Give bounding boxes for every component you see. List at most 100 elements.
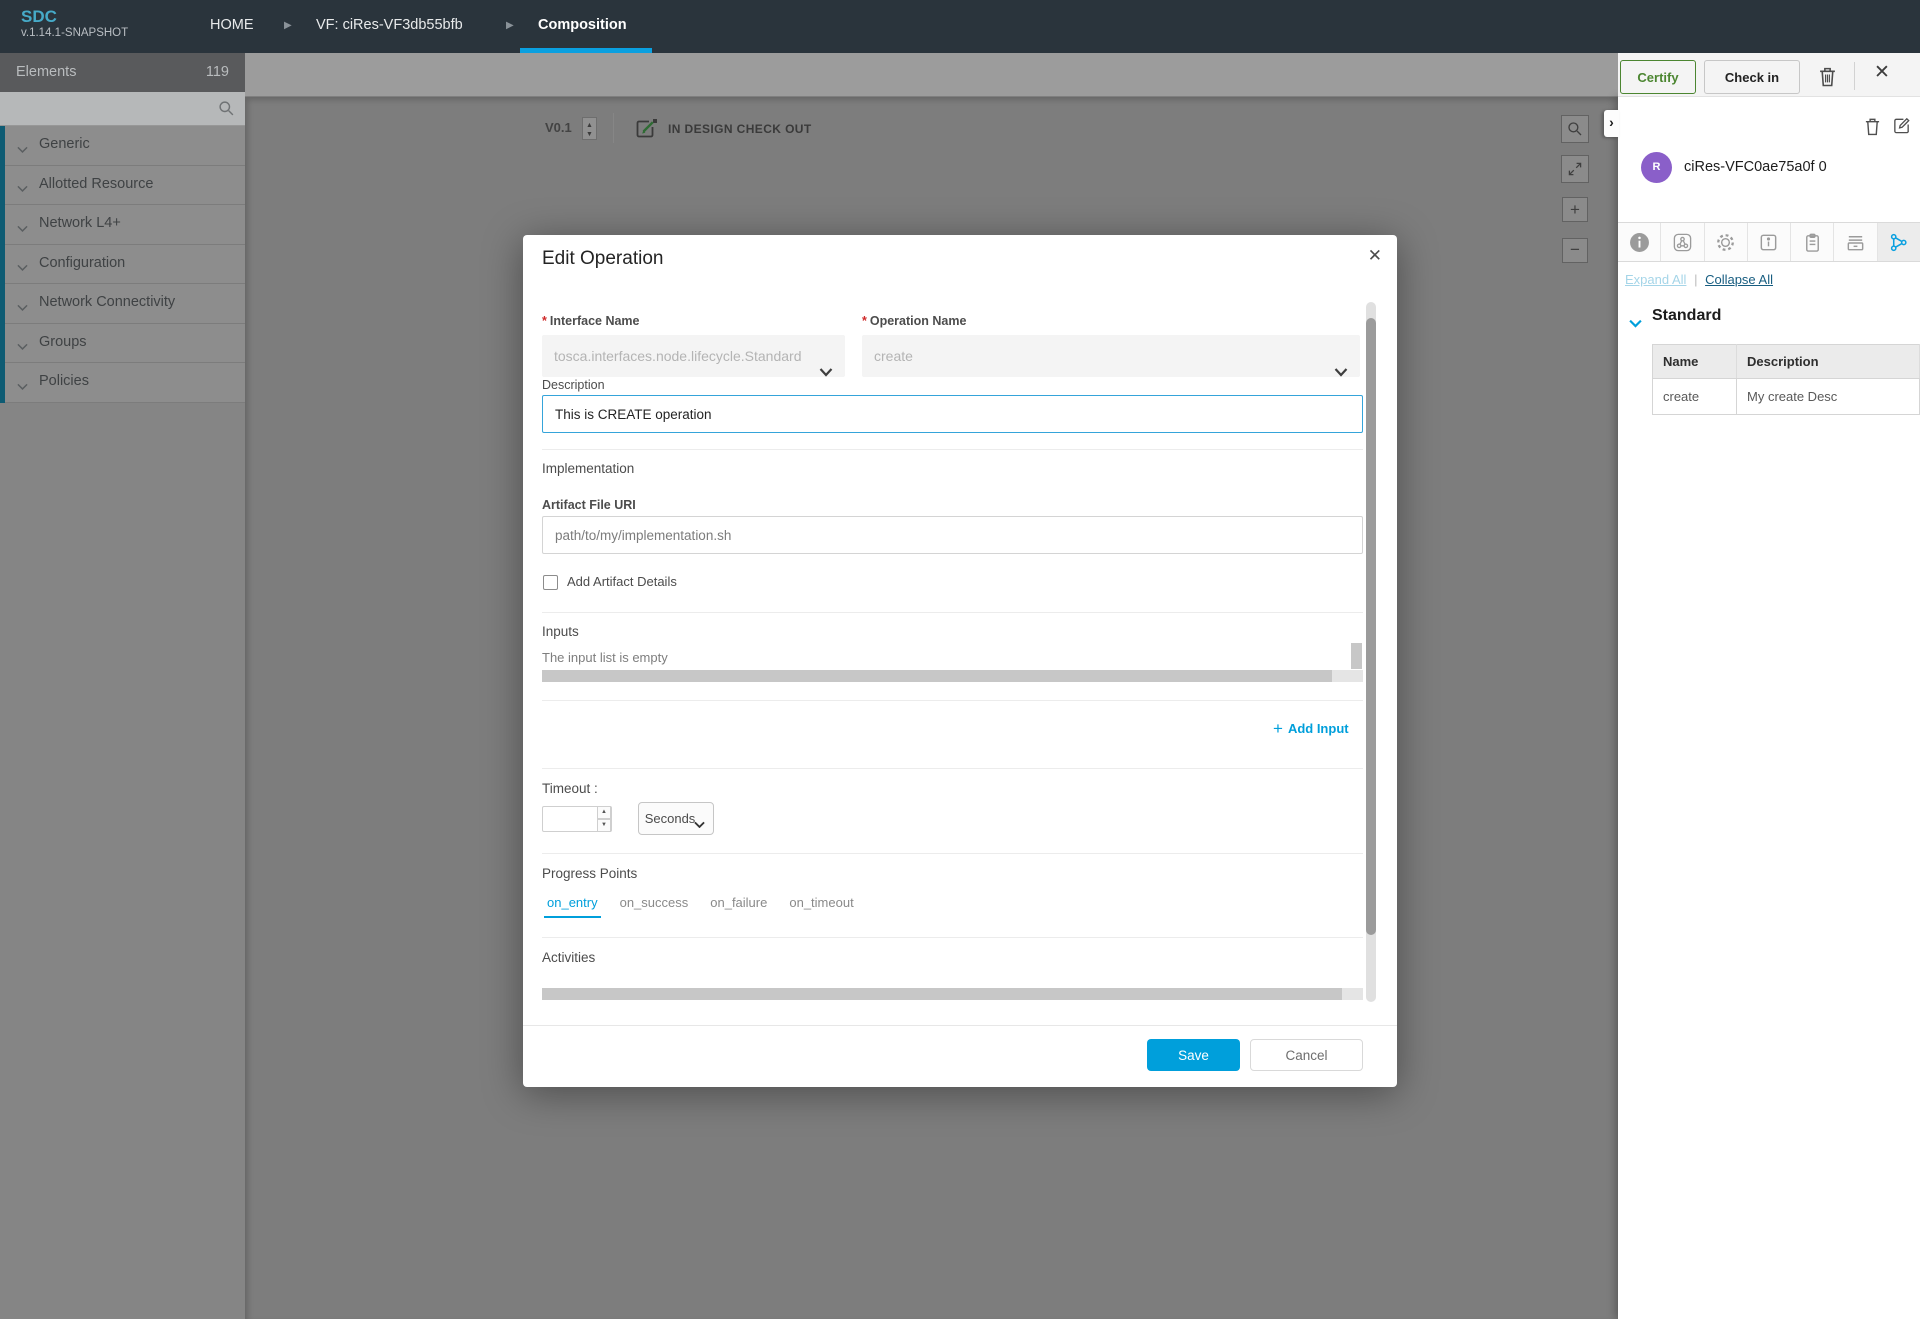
version-dropdown[interactable]: ▲▼ xyxy=(582,117,597,140)
toolbar-divider xyxy=(1854,62,1855,90)
palette-item-network-connectivity[interactable]: Network Connectivity xyxy=(5,284,245,324)
resource-avatar: R xyxy=(1641,152,1672,183)
divider xyxy=(542,449,1363,450)
chevron-down-icon xyxy=(1334,351,1348,361)
expand-collapse-links: Expand All | Collapse All xyxy=(1625,272,1773,287)
chevron-down-icon xyxy=(17,180,28,188)
add-input-link[interactable]: +Add Input xyxy=(1273,719,1349,739)
timeout-step-down-button[interactable]: ▼ xyxy=(597,819,611,832)
canvas-search-button[interactable] xyxy=(1561,115,1589,143)
tab-on-timeout[interactable]: on_timeout xyxy=(786,895,856,918)
modal-close-icon[interactable]: ✕ xyxy=(1368,246,1382,266)
tab-on-failure[interactable]: on_failure xyxy=(707,895,770,918)
version-label: V0.1 xyxy=(545,120,572,135)
toolbar-divider xyxy=(613,113,614,143)
divider xyxy=(542,700,1363,701)
timeout-label: Timeout : xyxy=(542,781,598,796)
operations-table: Name Description create My create Desc xyxy=(1652,344,1920,415)
activities-horizontal-scrollbar[interactable] xyxy=(542,988,1363,1000)
tab-deployment-artifacts[interactable] xyxy=(1791,223,1834,261)
save-button[interactable]: Save xyxy=(1147,1039,1240,1071)
tab-composition[interactable] xyxy=(1661,223,1704,261)
required-asterisk: * xyxy=(862,314,867,328)
trash-icon[interactable] xyxy=(1864,117,1881,136)
activities-section-title: Activities xyxy=(542,950,595,965)
description-label: Description xyxy=(542,378,605,392)
modal-scrollbar-thumb[interactable] xyxy=(1366,318,1376,935)
interface-name-select[interactable]: tosca.interfaces.node.lifecycle.Standard xyxy=(542,335,845,377)
breadcrumb-separator-icon: ▶ xyxy=(284,20,292,31)
breadcrumb-composition[interactable]: Composition xyxy=(538,17,627,33)
collapse-all-link[interactable]: Collapse All xyxy=(1705,272,1773,287)
timeout-unit-dropdown[interactable]: Seconds xyxy=(638,802,714,835)
canvas-zoom-out-button[interactable]: − xyxy=(1562,238,1588,263)
timeout-step-up-button[interactable]: ▲ xyxy=(597,806,611,819)
tab-information-artifacts[interactable] xyxy=(1748,223,1791,261)
table-header-name: Name xyxy=(1653,345,1737,379)
panel-tabbar xyxy=(1618,222,1920,262)
canvas-zoom-in-button[interactable]: + xyxy=(1562,197,1588,222)
divider xyxy=(542,937,1363,938)
operation-name-label: *Operation Name xyxy=(862,314,966,328)
tab-on-success[interactable]: on_success xyxy=(617,895,692,918)
chevron-down-icon xyxy=(819,351,833,361)
required-asterisk: * xyxy=(542,314,547,328)
tab-on-entry[interactable]: on_entry xyxy=(544,895,601,918)
app-version: v.1.14.1-SNAPSHOT xyxy=(21,27,128,39)
operation-name-cell[interactable]: create xyxy=(1653,379,1737,415)
search-icon xyxy=(218,100,235,117)
table-header-row: Name Description xyxy=(1653,345,1920,379)
edit-pencil-icon[interactable] xyxy=(1892,116,1911,135)
palette-item-allotted-resource[interactable]: Allotted Resource xyxy=(5,166,245,206)
app-logo: SDC xyxy=(21,7,57,27)
tab-api-artifacts[interactable] xyxy=(1834,223,1877,261)
cancel-button[interactable]: Cancel xyxy=(1250,1039,1363,1071)
description-input[interactable] xyxy=(542,395,1363,433)
delete-component-icon[interactable] xyxy=(1818,66,1837,87)
lifecycle-status-label: IN DESIGN CHECK OUT xyxy=(668,122,812,136)
plus-icon: + xyxy=(1273,719,1283,738)
palette-item-network-l4[interactable]: Network L4+ xyxy=(5,205,245,245)
divider xyxy=(542,853,1363,854)
table-row[interactable]: create My create Desc xyxy=(1653,379,1920,415)
chevron-down-icon xyxy=(17,298,28,306)
panel-collapse-button[interactable]: › xyxy=(1604,110,1619,137)
checkin-button[interactable]: Check in xyxy=(1704,60,1800,94)
canvas-fit-screen-button[interactable] xyxy=(1561,155,1589,183)
breadcrumb-vf[interactable]: VF: ciRes-VF3db55bfb xyxy=(316,17,463,33)
palette-item-groups[interactable]: Groups xyxy=(5,324,245,364)
tab-operations[interactable] xyxy=(1878,223,1920,261)
artifact-file-uri-input[interactable] xyxy=(542,516,1363,554)
certify-button[interactable]: Certify xyxy=(1620,60,1696,94)
add-artifact-details-checkbox[interactable] xyxy=(543,575,558,590)
add-artifact-details-label: Add Artifact Details xyxy=(567,574,677,589)
palette-item-generic[interactable]: Generic xyxy=(5,126,245,166)
tab-settings-gear[interactable] xyxy=(1705,223,1748,261)
chevron-down-icon xyxy=(694,816,705,824)
inputs-empty-message: The input list is empty xyxy=(542,650,668,665)
operation-name-select[interactable]: create xyxy=(862,335,1360,377)
tab-general-info[interactable] xyxy=(1618,223,1661,261)
operation-description-cell[interactable]: My create Desc xyxy=(1737,379,1920,415)
palette-item-policies[interactable]: Policies xyxy=(5,363,245,403)
workspace-toolbar: V0.1 ▲▼ IN DESIGN CHECK OUT xyxy=(245,53,1618,97)
close-workspace-icon[interactable]: ✕ xyxy=(1874,61,1890,84)
chevron-down-icon xyxy=(17,219,28,227)
interface-section-title[interactable]: Standard xyxy=(1652,307,1721,325)
palette-title: Elements xyxy=(16,64,76,80)
modal-footer: Save Cancel xyxy=(523,1025,1397,1087)
section-chevron-down-icon[interactable] xyxy=(1629,315,1642,324)
component-name: ciRes-VFC0ae75a0f 0 xyxy=(1684,159,1827,175)
interface-name-label: *Interface Name xyxy=(542,314,640,328)
elements-palette: Elements 119 Generic Allotted Resource N… xyxy=(0,53,245,1319)
expand-all-link[interactable]: Expand All xyxy=(1625,272,1686,287)
inputs-horizontal-scrollbar[interactable] xyxy=(542,670,1363,682)
chevron-down-icon xyxy=(17,338,28,346)
palette-search-input[interactable] xyxy=(8,97,208,121)
palette-item-configuration[interactable]: Configuration xyxy=(5,245,245,285)
inputs-section-title: Inputs xyxy=(542,624,579,639)
modal-title: Edit Operation xyxy=(542,248,663,270)
breadcrumb-separator-icon: ▶ xyxy=(506,20,514,31)
inputs-vertical-scrollbar[interactable] xyxy=(1351,643,1362,669)
breadcrumb-home[interactable]: HOME xyxy=(210,17,254,33)
